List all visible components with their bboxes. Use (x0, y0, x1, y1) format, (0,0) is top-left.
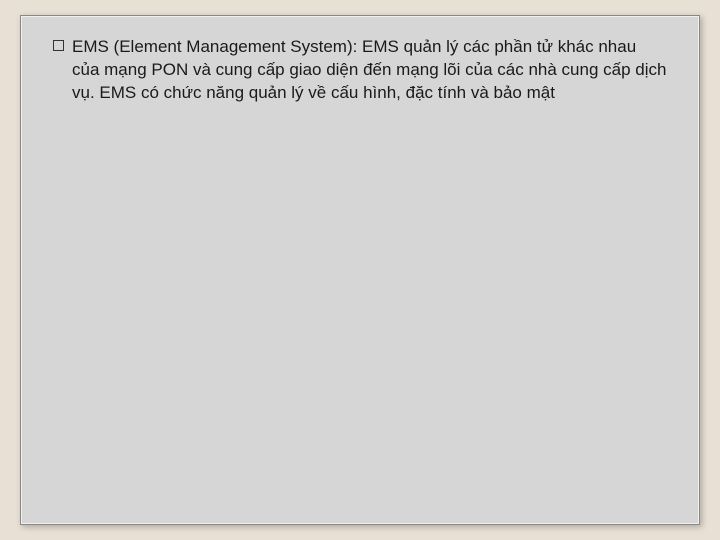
bullet-item: EMS (Element Management System): EMS quả… (53, 36, 667, 105)
square-bullet-icon (53, 40, 64, 51)
bullet-text: EMS (Element Management System): EMS quả… (72, 36, 667, 105)
slide-frame: EMS (Element Management System): EMS quả… (20, 15, 700, 525)
